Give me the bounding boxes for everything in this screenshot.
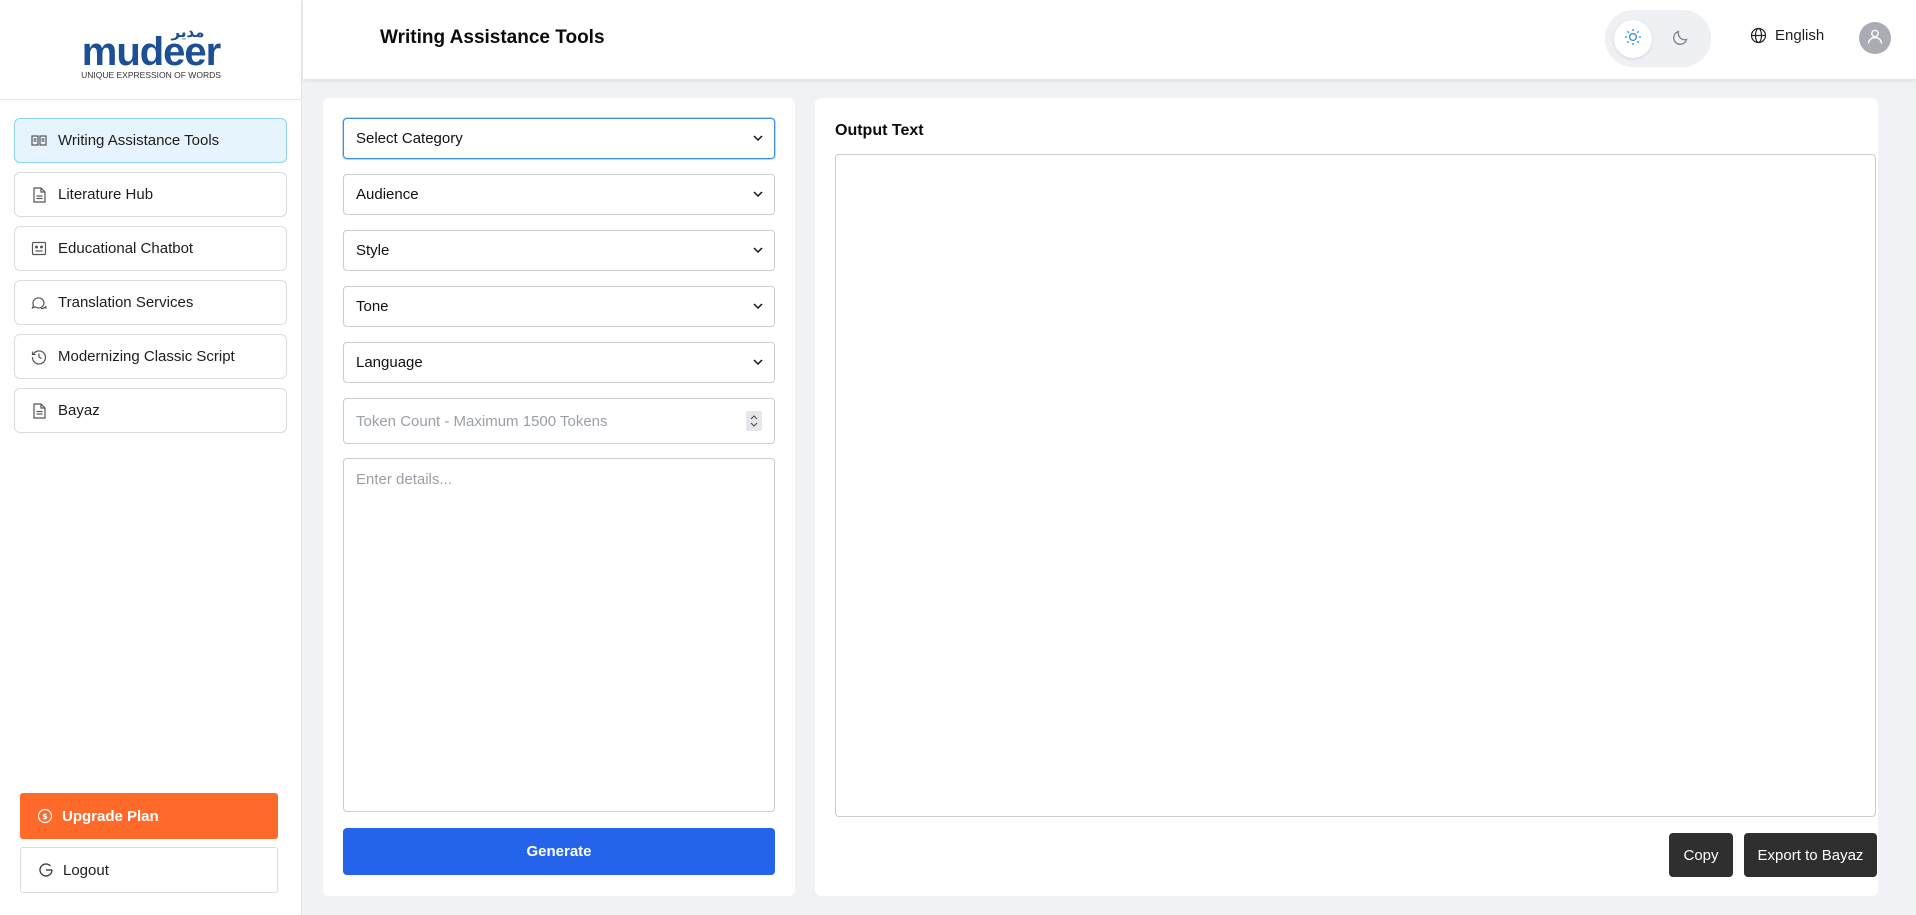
sidebar-item-label: Modernizing Classic Script bbox=[58, 348, 235, 365]
sidebar-item-literature-hub[interactable]: Literature Hub bbox=[14, 172, 287, 217]
moon-icon bbox=[1672, 28, 1690, 51]
mudeer-logo: مدير mudeer UNIQUE EXPRESSION OF WORDS bbox=[81, 23, 222, 80]
sidebar-item-educational-chatbot[interactable]: Educational Chatbot bbox=[14, 226, 287, 271]
logout-button[interactable]: Logout bbox=[20, 847, 278, 893]
details-textarea[interactable] bbox=[343, 458, 775, 812]
generate-button[interactable]: Generate bbox=[343, 828, 775, 875]
file-text-icon bbox=[30, 402, 48, 420]
output-title: Output Text bbox=[835, 122, 924, 139]
globe-icon bbox=[1749, 26, 1767, 44]
input-form-panel: Select Category Audience Style Tone Lang… bbox=[323, 98, 795, 896]
brand-logo[interactable]: مدير mudeer UNIQUE EXPRESSION OF WORDS bbox=[0, 0, 301, 100]
stepper-arrows-icon bbox=[750, 415, 758, 427]
token-count-input[interactable] bbox=[356, 412, 746, 430]
output-panel: Output Text Copy Export to Bayaz bbox=[815, 98, 1878, 896]
language-select-value: Language bbox=[356, 354, 423, 371]
language-label: English bbox=[1775, 26, 1825, 44]
theme-toggle bbox=[1605, 10, 1711, 67]
audience-select-value: Audience bbox=[356, 186, 419, 203]
top-header: Writing Assistance Tools English bbox=[303, 0, 1916, 79]
chevron-down-icon bbox=[752, 245, 764, 257]
coin-icon: $ bbox=[36, 807, 54, 825]
output-text-area[interactable] bbox=[835, 154, 1876, 817]
svg-text:UNIQUE EXPRESSION OF WORDS: UNIQUE EXPRESSION OF WORDS bbox=[81, 70, 221, 80]
document-icon bbox=[30, 186, 48, 204]
chevron-down-icon bbox=[752, 133, 764, 145]
sidebar-item-label: Writing Assistance Tools bbox=[58, 132, 220, 149]
token-count-field bbox=[343, 398, 775, 444]
sidebar: مدير mudeer UNIQUE EXPRESSION OF WORDS W… bbox=[0, 0, 302, 915]
tone-select-value: Tone bbox=[356, 298, 389, 315]
sidebar-nav: Writing Assistance Tools Literature Hub … bbox=[0, 100, 301, 433]
user-icon bbox=[1866, 27, 1884, 50]
tone-select[interactable]: Tone bbox=[343, 286, 775, 327]
chevron-down-icon bbox=[752, 189, 764, 201]
language-selector[interactable]: English bbox=[1749, 26, 1824, 44]
sidebar-item-label: Literature Hub bbox=[58, 186, 154, 203]
sun-icon bbox=[1624, 28, 1642, 51]
svg-text:$: $ bbox=[42, 812, 48, 821]
copy-button[interactable]: Copy bbox=[1669, 833, 1733, 877]
dark-mode-button[interactable] bbox=[1662, 20, 1700, 58]
sidebar-item-label: Translation Services bbox=[58, 294, 194, 311]
sidebar-item-writing-assistance-tools[interactable]: Writing Assistance Tools bbox=[14, 118, 287, 163]
category-select[interactable]: Select Category bbox=[343, 118, 775, 159]
sidebar-item-label: Bayaz bbox=[58, 402, 100, 419]
chatbot-icon bbox=[30, 240, 48, 258]
style-select[interactable]: Style bbox=[343, 230, 775, 271]
svg-text:mudeer: mudeer bbox=[81, 30, 220, 74]
chevron-down-icon bbox=[752, 357, 764, 369]
page-title: Writing Assistance Tools bbox=[380, 27, 605, 48]
logout-icon bbox=[37, 861, 55, 879]
sidebar-footer: $ Upgrade Plan Logout bbox=[20, 793, 278, 893]
upgrade-plan-label: Upgrade Plan bbox=[62, 807, 159, 825]
history-clock-icon bbox=[30, 348, 48, 366]
upgrade-plan-button[interactable]: $ Upgrade Plan bbox=[20, 793, 278, 839]
book-open-icon bbox=[30, 132, 48, 150]
sidebar-item-translation-services[interactable]: Translation Services bbox=[14, 280, 287, 325]
chat-bubbles-icon bbox=[30, 294, 48, 312]
sidebar-item-bayaz[interactable]: Bayaz bbox=[14, 388, 287, 433]
export-to-bayaz-button[interactable]: Export to Bayaz bbox=[1744, 833, 1877, 877]
sidebar-item-label: Educational Chatbot bbox=[58, 240, 194, 257]
logout-label: Logout bbox=[63, 861, 109, 879]
category-select-value: Select Category bbox=[356, 130, 463, 147]
style-select-value: Style bbox=[356, 242, 390, 259]
light-mode-button[interactable] bbox=[1614, 20, 1652, 58]
language-select[interactable]: Language bbox=[343, 342, 775, 383]
chevron-down-icon bbox=[752, 301, 764, 313]
user-avatar[interactable] bbox=[1859, 22, 1891, 54]
audience-select[interactable]: Audience bbox=[343, 174, 775, 215]
sidebar-item-modernizing-classic-script[interactable]: Modernizing Classic Script bbox=[14, 334, 287, 379]
token-count-stepper[interactable] bbox=[746, 411, 762, 431]
